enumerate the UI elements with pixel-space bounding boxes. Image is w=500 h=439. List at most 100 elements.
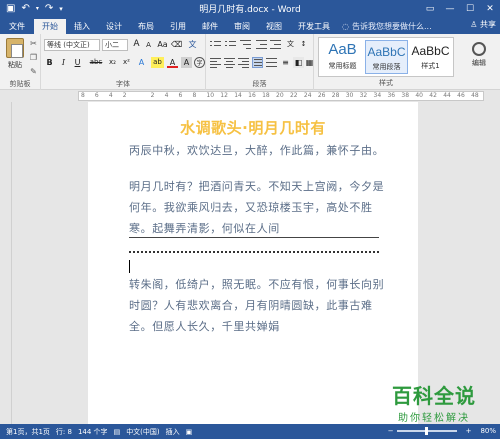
insert-mode[interactable]: 插入: [166, 427, 180, 437]
zoom-slider-thumb[interactable]: [424, 427, 428, 435]
styles-gallery: AaB 常用标题 AaBbC 常用段落 AaBbC 样式1: [318, 37, 454, 77]
zoom-level[interactable]: 80%: [480, 427, 496, 435]
macro-icon[interactable]: ▣: [186, 428, 193, 436]
borders-icon[interactable]: ▦: [304, 57, 315, 68]
zoom-out-icon[interactable]: −: [388, 427, 394, 435]
proofing-icon[interactable]: ▤: [114, 428, 121, 436]
font-size-select[interactable]: 小二: [102, 39, 128, 51]
paragraph-group-label: 段落: [252, 80, 267, 88]
tab-insert[interactable]: 插入: [66, 19, 98, 34]
language[interactable]: 中文(中国): [126, 427, 159, 437]
underline-button[interactable]: U: [72, 57, 83, 68]
style-heading[interactable]: AaB 常用标题: [321, 40, 364, 74]
zoom-slider[interactable]: [396, 427, 457, 435]
highlight-button[interactable]: ab: [151, 57, 164, 68]
style-paragraph[interactable]: AaBbC 常用段落: [365, 40, 408, 74]
strikethrough-button[interactable]: abc: [88, 57, 104, 68]
line-spacing-icon[interactable]: ≡: [280, 57, 291, 68]
horizontal-ruler[interactable]: 8 6 4 2 2 4 6 8 10 12 14 16 18 20 22 24 26 28 30 32 34 36 38 40…: [78, 91, 484, 101]
save-icon[interactable]: ▣: [6, 3, 15, 14]
horizontal-rule-dotted: [129, 251, 379, 253]
maximize-icon[interactable]: ☐: [460, 0, 480, 17]
text-effects-button[interactable]: A: [136, 57, 147, 68]
editing-label[interactable]: 编辑: [458, 58, 500, 68]
copy-icon[interactable]: ❐: [29, 53, 38, 62]
subscript-button[interactable]: x₂: [107, 57, 118, 68]
format-painter-icon[interactable]: ✎: [29, 67, 38, 76]
tab-references[interactable]: 引用: [162, 19, 194, 34]
tab-layout[interactable]: 布局: [130, 19, 162, 34]
phonetic-guide-icon[interactable]: 文: [187, 39, 198, 50]
watermark: 百科全说 助你轻松解决: [378, 380, 490, 424]
bullets-icon[interactable]: [210, 39, 221, 50]
ruler-tick: 46: [457, 92, 465, 99]
minimize-icon[interactable]: —: [440, 0, 460, 17]
shrink-font-button[interactable]: A: [143, 40, 154, 51]
ribbon-options-icon[interactable]: ▭: [420, 0, 440, 17]
style-1[interactable]: AaBbC 样式1: [409, 40, 452, 74]
multilevel-list-icon[interactable]: [240, 39, 251, 50]
document-page[interactable]: 水调歌头·明月几时有 丙辰中秋，欢饮达旦，大醉，作此篇，兼怀子由。 明月几时有？…: [88, 102, 418, 424]
page-count[interactable]: 第1页，共1页: [6, 427, 50, 437]
paste-button[interactable]: 粘贴: [3, 38, 27, 70]
ruler-tick: 26: [317, 92, 326, 99]
zoom-in-icon[interactable]: +: [466, 427, 472, 435]
clipboard-group: 粘贴 ✂ ❐ ✎ 剪贴板: [0, 34, 41, 90]
document-canvas: 水调歌头·明月几时有 丙辰中秋，欢饮达旦，大醉，作此篇，兼怀子由。 明月几时有？…: [12, 102, 500, 424]
style-name: 样式1: [421, 62, 440, 70]
distributed-icon[interactable]: [266, 57, 277, 68]
numbering-icon[interactable]: [225, 39, 236, 50]
ruler-tick: 4: [108, 92, 113, 99]
decrease-indent-icon[interactable]: [256, 39, 267, 50]
line-number[interactable]: 行: 8: [56, 427, 72, 437]
tab-design[interactable]: 设计: [98, 19, 130, 34]
tell-me-text: 告诉我您想要做什么...: [351, 22, 432, 31]
italic-button[interactable]: I: [58, 57, 69, 68]
grow-font-button[interactable]: A: [131, 39, 142, 50]
paragraph-stanza-1: 明月几时有？把酒问青天。不知天上宫阙，今夕是何年。我欲乘风归去，又恐琼楼玉宇，高…: [129, 180, 385, 235]
tab-mailings[interactable]: 邮件: [194, 19, 226, 34]
sort-icon[interactable]: ↕: [298, 39, 309, 50]
ruler-tick: 10: [206, 92, 215, 99]
bold-button[interactable]: B: [44, 57, 55, 68]
change-case-button[interactable]: Aa: [157, 39, 168, 50]
style-sample: AaBbC: [411, 44, 450, 58]
tab-view[interactable]: 视图: [258, 19, 290, 34]
enclose-char-button[interactable]: 字: [194, 57, 205, 68]
find-icon[interactable]: [472, 42, 486, 56]
tell-me-box[interactable]: ◌ 告诉我您想要做什么...: [342, 19, 432, 34]
tab-home[interactable]: 开始: [34, 19, 66, 34]
char-shading-button[interactable]: A: [181, 57, 192, 68]
undo-dropdown-icon[interactable]: ▾: [36, 4, 39, 14]
tab-review[interactable]: 审阅: [226, 19, 258, 34]
lightbulb-icon: ◌: [342, 22, 349, 31]
font-family-select[interactable]: 等线 (中文正): [44, 39, 100, 51]
align-left-icon[interactable]: [210, 57, 221, 68]
tab-developer[interactable]: 开发工具: [290, 19, 338, 34]
ruler-tick: 22: [289, 92, 298, 99]
share-button[interactable]: ♙ 共享: [470, 19, 496, 30]
tab-file[interactable]: 文件: [0, 19, 34, 34]
paste-label: 粘贴: [8, 61, 22, 69]
font-color-button[interactable]: A: [167, 57, 178, 68]
redo-icon[interactable]: ↷: [45, 3, 53, 14]
ruler-tick: 30: [345, 92, 354, 99]
close-icon[interactable]: ✕: [480, 0, 500, 17]
ribbon-tabs: 文件 开始 插入 设计 布局 引用 邮件 审阅 视图 开发工具 ◌ 告诉我您想要…: [0, 17, 500, 34]
clear-format-icon[interactable]: ⌫: [171, 39, 182, 50]
align-right-icon[interactable]: [238, 57, 249, 68]
word-count[interactable]: 144 个字: [78, 427, 108, 437]
customize-qat-icon[interactable]: ▾: [59, 4, 63, 14]
paragraph-group: 文 ↕ ≡ ◧ ▦ 段落: [206, 34, 314, 90]
increase-indent-icon[interactable]: [270, 39, 281, 50]
undo-icon[interactable]: ↶: [21, 3, 29, 14]
ruler-tick: 28: [331, 92, 340, 99]
chinese-layout-icon[interactable]: 文: [285, 39, 296, 50]
ruler-tick: 18: [262, 92, 270, 99]
superscript-button[interactable]: x²: [121, 57, 132, 68]
shading-icon[interactable]: ◧: [293, 57, 304, 68]
font-group-label: 字体: [116, 80, 130, 88]
cut-icon[interactable]: ✂: [29, 39, 38, 48]
justify-icon[interactable]: [252, 57, 263, 68]
align-center-icon[interactable]: [224, 57, 235, 68]
